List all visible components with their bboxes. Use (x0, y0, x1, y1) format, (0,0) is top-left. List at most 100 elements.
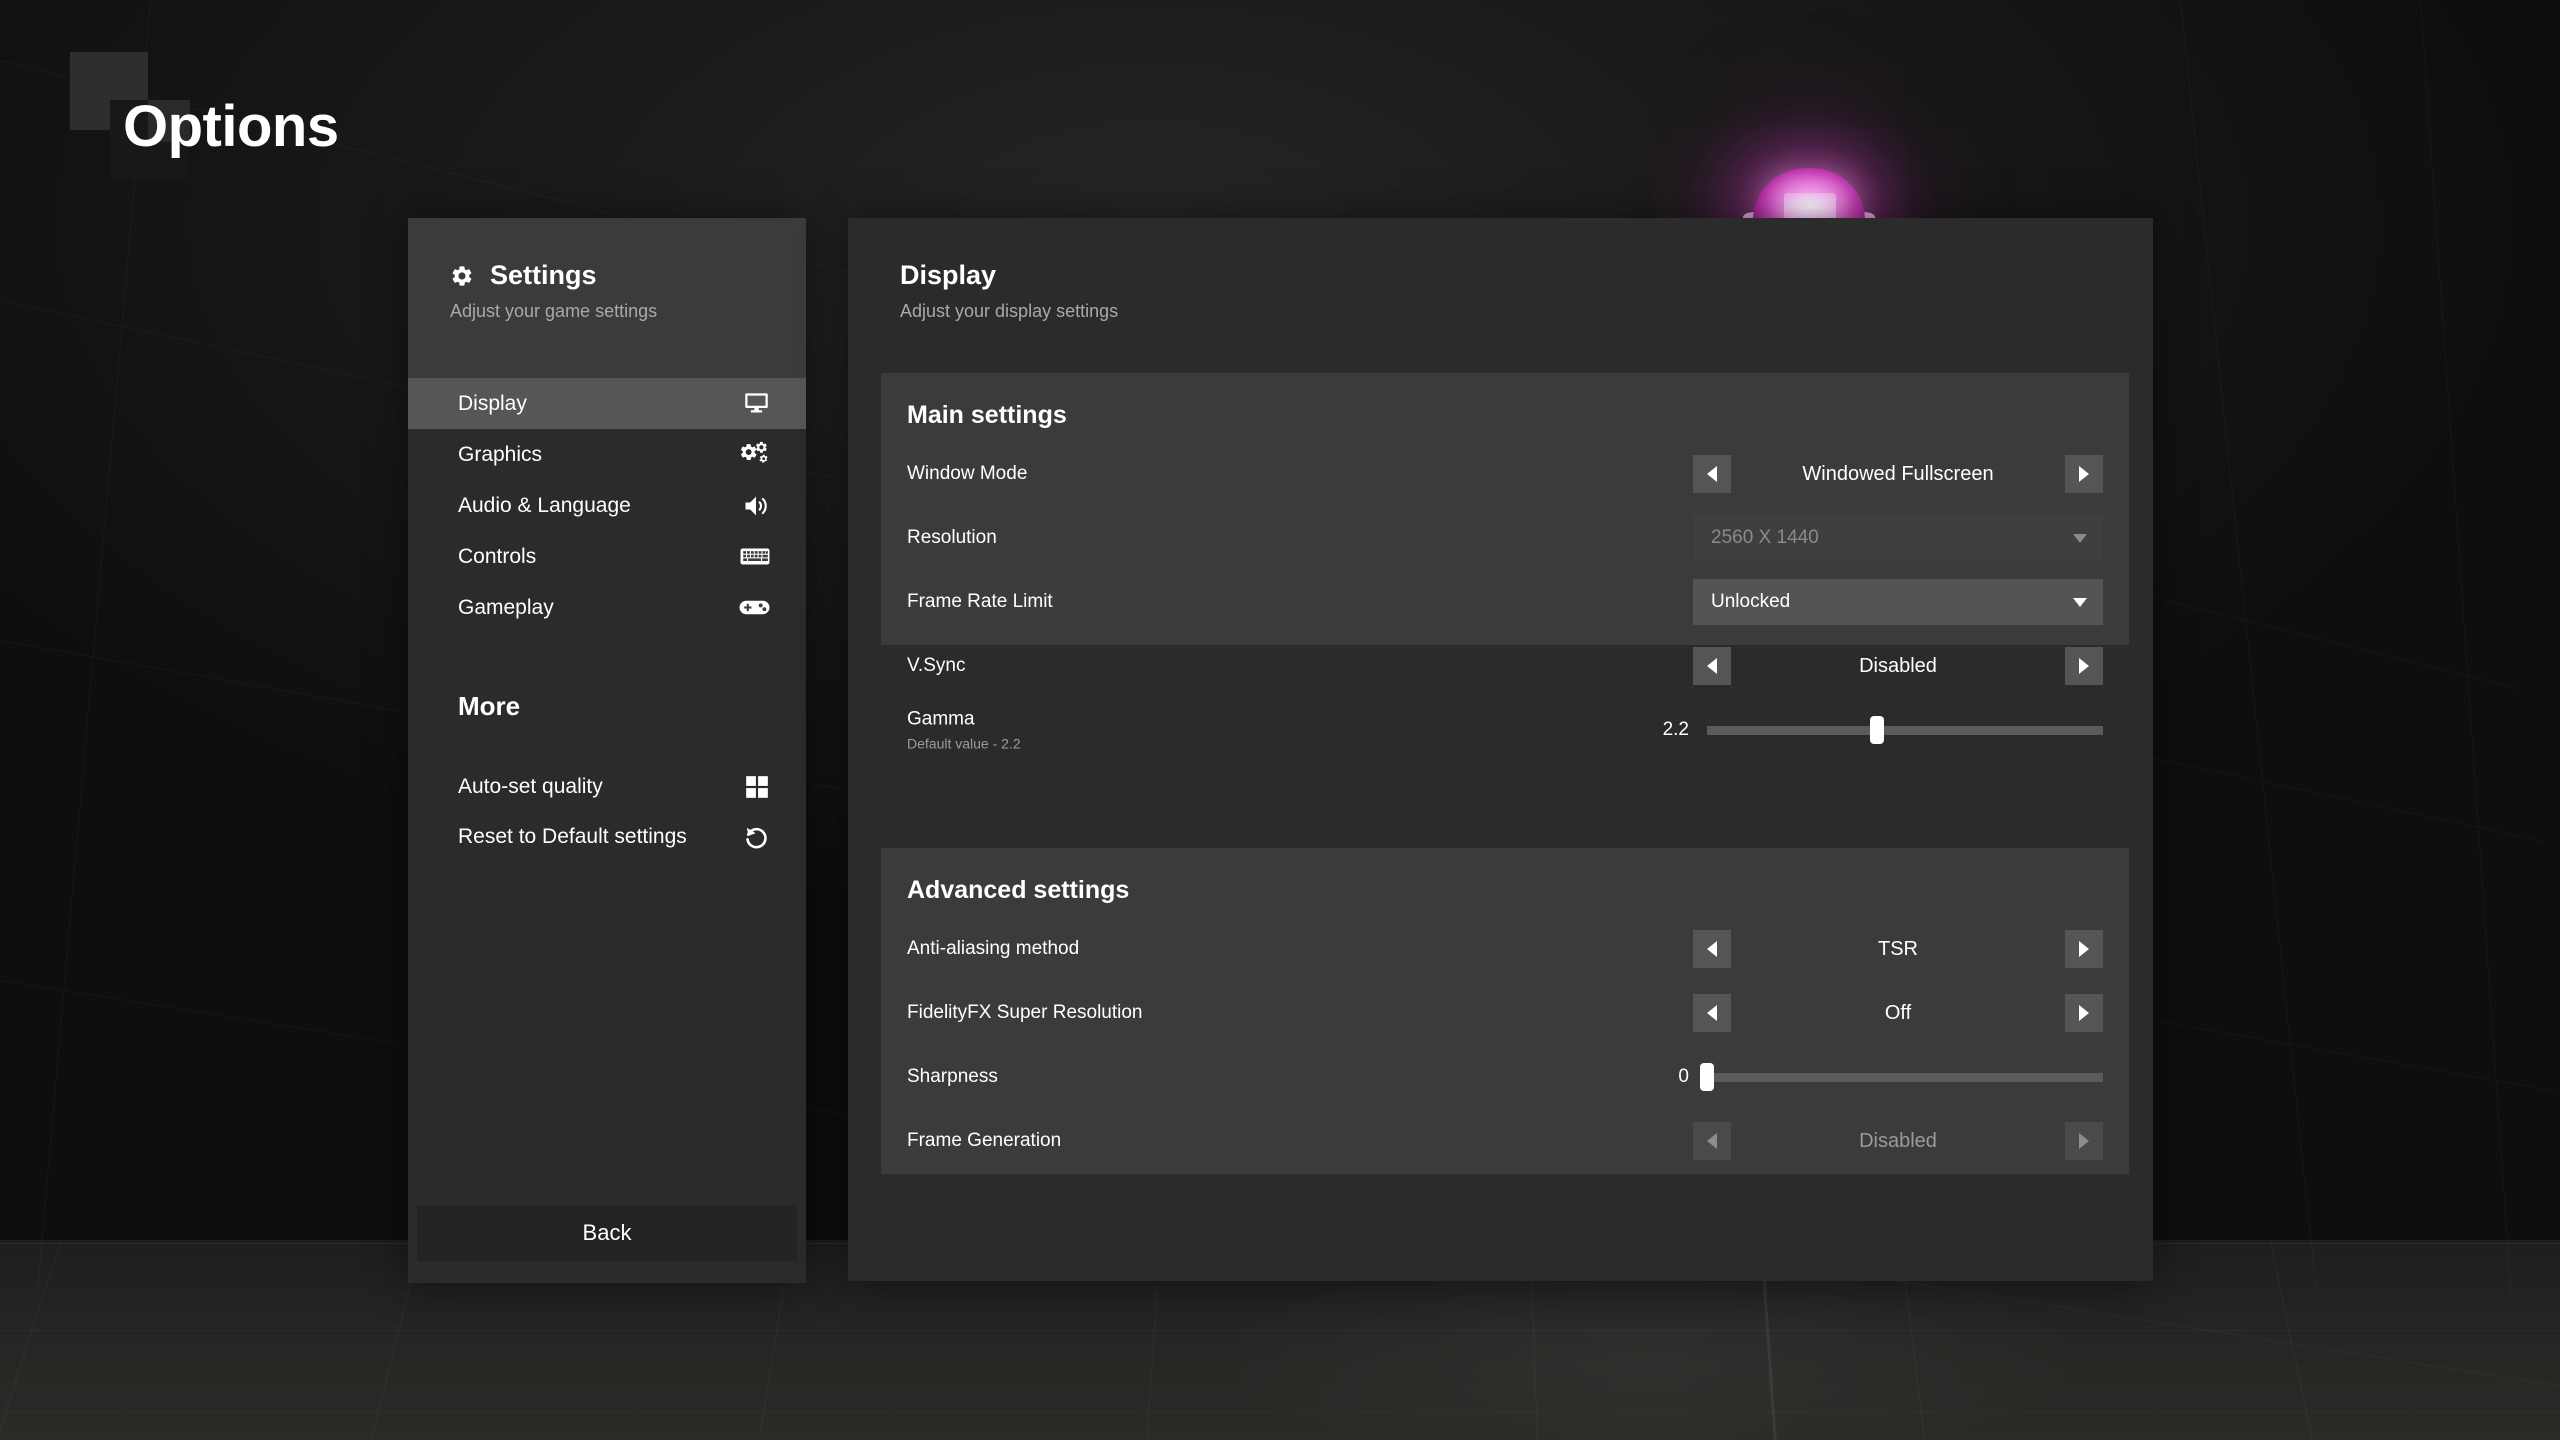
frame-generation-stepper[interactable]: Disabled (1693, 1122, 2103, 1160)
setting-label: Frame Rate Limit (907, 591, 1053, 612)
anti-aliasing-value: TSR (1878, 937, 1918, 960)
setting-control: Off (1693, 994, 2103, 1032)
character-visor (1784, 193, 1836, 220)
setting-row-sharpness: Sharpness 0 (907, 1045, 2103, 1109)
main-settings-card: Main settings Window Mode Windowed Fulls… (881, 373, 2129, 752)
sidebar-item-display[interactable]: Display (408, 378, 806, 429)
fsr-value: Off (1884, 1001, 1912, 1024)
setting-row-window-mode: Window Mode Windowed Fullscreen (907, 442, 2103, 506)
main-settings-rows: Window Mode Windowed Fullscreen Resoluti… (907, 442, 2103, 762)
setting-row-anti-aliasing-method: Anti-aliasing method TSR (907, 917, 2103, 981)
gamma-value: 2.2 (1662, 719, 1689, 740)
setting-label-group: FidelityFX Super Resolution (907, 1002, 1143, 1024)
chevron-right-icon (2079, 941, 2089, 957)
chevron-left-icon (1707, 1133, 1717, 1149)
display-settings-panel: Display Adjust your display settings Mai… (848, 218, 2153, 1281)
chevron-left-icon (1707, 1005, 1717, 1021)
sharpness-value: 0 (1678, 1066, 1689, 1087)
advanced-settings-card: Advanced settings Anti-aliasing method T… (881, 848, 2129, 1174)
window-mode-value: Windowed Fullscreen (1802, 462, 1994, 485)
chevron-right-icon (2079, 1133, 2089, 1149)
setting-control: Unlocked (1693, 579, 2103, 625)
window-mode-prev-button[interactable] (1693, 455, 1731, 493)
sidebar-item-gameplay[interactable]: Gameplay (408, 582, 806, 633)
setting-label-group: V.Sync (907, 655, 965, 677)
vsync-next-button[interactable] (2065, 647, 2103, 685)
content-title: Display (900, 260, 997, 290)
setting-label: Window Mode (907, 463, 1028, 484)
setting-control: 0 (1655, 1063, 2103, 1091)
card-title: Main settings (907, 401, 1067, 429)
grid-squares-icon (736, 774, 770, 800)
resolution-value: 2560 X 1440 (1711, 527, 1819, 548)
sidebar-item-label: Display (458, 391, 527, 415)
setting-label: Sharpness (907, 1066, 998, 1087)
floor-line (0, 1330, 2560, 1331)
vsync-stepper[interactable]: Disabled (1693, 647, 2103, 685)
reset-to-default-settings-button[interactable]: Reset to Default settings (408, 812, 806, 862)
sidebar-item-label: Graphics (458, 442, 543, 466)
sharpness-slider-thumb[interactable] (1700, 1063, 1714, 1091)
setting-control: Windowed Fullscreen (1693, 455, 2103, 493)
setting-sublabel: Default value - 2.2 (907, 735, 1021, 752)
chevron-right-icon (2079, 658, 2089, 674)
frame-generation-prev-button[interactable] (1693, 1122, 1731, 1160)
gears-icon (736, 441, 770, 468)
sidebar-item-audio-language[interactable]: Audio & Language (408, 480, 806, 531)
fsr-prev-button[interactable] (1693, 994, 1731, 1032)
window-mode-next-button[interactable] (2065, 455, 2103, 493)
sidebar-subtitle: Adjust your game settings (450, 301, 658, 321)
keyboard-icon (736, 544, 770, 570)
sharpness-slider-track[interactable] (1700, 1063, 2103, 1091)
setting-label-group: Gamma Default value - 2.2 (907, 709, 1021, 752)
sidebar-more-list: Auto-set quality Reset to Default settin… (408, 762, 806, 862)
vsync-prev-button[interactable] (1693, 647, 1731, 685)
setting-label: Gamma (907, 708, 975, 730)
setting-label-group: Sharpness (907, 1066, 998, 1088)
frame-rate-limit-dropdown[interactable]: Unlocked (1693, 579, 2103, 625)
chevron-down-icon (2073, 533, 2087, 543)
setting-label: Anti-aliasing method (907, 938, 1080, 959)
frame-generation-value: Disabled (1859, 1129, 1937, 1152)
setting-label-group: Window Mode (907, 463, 1027, 485)
auto-set-quality-button[interactable]: Auto-set quality (408, 762, 806, 812)
sidebar-item-controls[interactable]: Controls (408, 531, 806, 582)
speaker-icon (736, 493, 770, 519)
gamepad-icon (736, 595, 770, 621)
setting-label-group: Resolution (907, 527, 997, 549)
more-section-title: More (458, 691, 521, 721)
back-button[interactable]: Back (417, 1205, 797, 1261)
anti-aliasing-stepper[interactable]: TSR (1693, 930, 2103, 968)
resolution-dropdown[interactable]: 2560 X 1440 (1693, 515, 2103, 561)
sidebar-item-graphics[interactable]: Graphics (408, 429, 806, 480)
gear-icon (450, 264, 474, 288)
vsync-value: Disabled (1859, 654, 1937, 677)
setting-label: FidelityFX Super Resolution (907, 1002, 1143, 1023)
frame-generation-next-button[interactable] (2065, 1122, 2103, 1160)
window-mode-stepper[interactable]: Windowed Fullscreen (1693, 455, 2103, 493)
setting-control: 2560 X 1440 (1693, 515, 2103, 561)
chevron-right-icon (2079, 1005, 2089, 1021)
setting-label: Resolution (907, 527, 997, 548)
anti-aliasing-prev-button[interactable] (1693, 930, 1731, 968)
monitor-icon (736, 391, 770, 417)
setting-label-group: Frame Generation (907, 1130, 1061, 1152)
gamma-slider-track[interactable] (1707, 716, 2103, 744)
page-title-block: Options (0, 0, 520, 230)
sidebar-nav-list: Display Graphics Audio & Language Contro… (408, 378, 806, 633)
fsr-stepper[interactable]: Off (1693, 994, 2103, 1032)
more-item-label: Reset to Default settings (458, 825, 687, 848)
advanced-settings-rows: Anti-aliasing method TSR FidelityFX Supe… (907, 917, 2103, 1173)
setting-label: Frame Generation (907, 1130, 1062, 1151)
page-title: Options (123, 94, 339, 159)
gamma-slider-thumb[interactable] (1870, 716, 1885, 744)
chevron-right-icon (2079, 466, 2089, 482)
anti-aliasing-next-button[interactable] (2065, 930, 2103, 968)
chevron-left-icon (1707, 658, 1717, 674)
setting-row-fidelityfx-super-resolution: FidelityFX Super Resolution Off (907, 981, 2103, 1045)
setting-control: Disabled (1693, 1122, 2103, 1160)
settings-sidebar: Settings Adjust your game settings Displ… (408, 218, 806, 1283)
chevron-left-icon (1707, 941, 1717, 957)
setting-row-gamma: Gamma Default value - 2.2 2.2 (907, 698, 2103, 762)
fsr-next-button[interactable] (2065, 994, 2103, 1032)
